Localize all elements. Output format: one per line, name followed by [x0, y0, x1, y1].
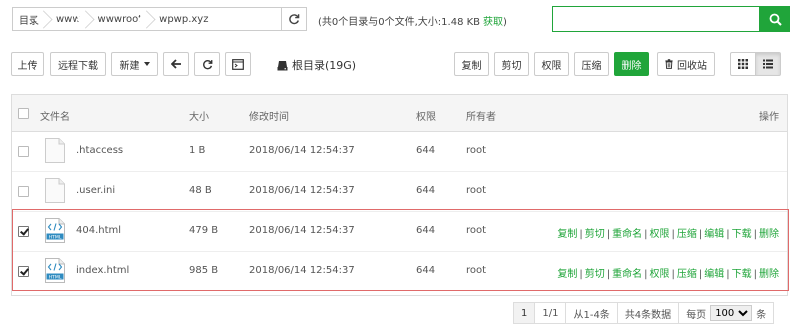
header-owner: 所有者 — [466, 112, 496, 123]
file-owner: root — [466, 185, 487, 196]
header-size[interactable]: 大小 — [189, 108, 209, 123]
select-all-checkbox[interactable] — [18, 108, 29, 119]
list-icon — [763, 59, 773, 69]
search-box — [552, 6, 790, 32]
terminal-button[interactable] — [225, 52, 251, 76]
recycle-bin-button[interactable]: 回收站 — [657, 52, 715, 76]
row-checkbox[interactable] — [18, 146, 29, 157]
path-breadcrumb[interactable]: 目录 www wwwroot wpwp.xyz — [12, 7, 307, 31]
search-button[interactable] — [760, 6, 790, 32]
file-icon — [45, 178, 65, 203]
disk-icon — [277, 60, 288, 70]
refresh-icon — [289, 14, 300, 25]
list-view-button[interactable] — [755, 52, 781, 76]
header-mtime[interactable]: 修改时间 — [249, 108, 289, 123]
breadcrumb-item[interactable]: wpwp.xyz — [148, 8, 214, 30]
file-table: 文件名 大小 修改时间 权限 所有者 操作 .htaccess 1 B 2018… — [11, 94, 789, 296]
new-dropdown-button[interactable]: 新建 — [111, 52, 158, 76]
file-owner: root — [466, 145, 487, 156]
upload-button[interactable]: 上传 — [11, 52, 44, 76]
view-toggle — [730, 52, 781, 76]
grid-icon — [738, 59, 748, 69]
file-size: 48 B — [189, 185, 212, 196]
file-name[interactable]: .user.ini — [76, 185, 115, 196]
file-name[interactable]: .htaccess — [76, 145, 123, 156]
row-checkbox[interactable] — [18, 186, 29, 197]
refresh-icon — [202, 59, 212, 69]
per-page-select[interactable]: 100 — [710, 305, 753, 321]
breadcrumb-item[interactable]: wwwroot — [87, 8, 149, 30]
caret-down-icon — [143, 62, 150, 66]
breadcrumb-item[interactable]: 目录 — [13, 8, 45, 30]
file-mtime: 2018/06/14 12:54:37 — [249, 145, 355, 156]
cut-button[interactable]: 剪切 — [494, 52, 529, 76]
header-operations: 操作 — [759, 112, 779, 123]
per-page-selector: 每页 100 条 — [678, 302, 775, 324]
table-row[interactable]: .user.ini 48 B 2018/06/14 12:54:37 644 r… — [12, 172, 787, 212]
file-mtime: 2018/06/14 12:54:37 — [249, 185, 355, 196]
root-directory-label[interactable]: 根目录(19G) — [277, 57, 356, 73]
file-toolbar: 上传 远程下载 新建 — [11, 52, 251, 76]
file-size: 1 B — [189, 145, 206, 156]
permission-button[interactable]: 权限 — [534, 52, 569, 76]
table-header: 文件名 大小 修改时间 权限 所有者 操作 — [12, 95, 787, 132]
header-filename[interactable]: 文件名 — [40, 108, 70, 123]
trash-icon — [665, 59, 673, 69]
total-count: 共4条数据 — [616, 302, 680, 324]
back-button[interactable] — [163, 52, 189, 76]
arrow-left-icon — [170, 59, 181, 69]
batch-actions: 复制 剪切 权限 压缩 删除 回收站 — [454, 52, 715, 76]
search-input[interactable] — [552, 6, 760, 32]
path-refresh-button[interactable] — [281, 8, 306, 30]
table-row[interactable]: .htaccess 1 B 2018/06/14 12:54:37 644 ro… — [12, 132, 787, 172]
terminal-icon — [232, 58, 244, 70]
delete-button[interactable]: 删除 — [614, 52, 649, 76]
search-icon — [769, 13, 782, 26]
page-count: 1/1 — [534, 302, 567, 324]
remote-download-button[interactable]: 远程下载 — [50, 52, 106, 76]
compress-button[interactable]: 压缩 — [574, 52, 609, 76]
page-current[interactable]: 1 — [513, 302, 536, 324]
pagination: 1 1/1 从1-4条 共4条数据 每页 100 条 — [513, 302, 775, 324]
file-icon — [45, 138, 65, 163]
copy-button[interactable]: 复制 — [454, 52, 489, 76]
grid-view-button[interactable] — [730, 52, 756, 76]
header-permission: 权限 — [416, 112, 436, 123]
directory-summary: (共0个目录与0个文件,大小:1.48 KB 获取) — [318, 17, 507, 28]
file-permission[interactable]: 644 — [416, 145, 435, 156]
page-range: 从1-4条 — [565, 302, 618, 324]
refresh-button[interactable] — [194, 52, 220, 76]
file-permission[interactable]: 644 — [416, 185, 435, 196]
selection-highlight — [12, 209, 789, 291]
get-size-link[interactable]: 获取 — [483, 17, 503, 28]
